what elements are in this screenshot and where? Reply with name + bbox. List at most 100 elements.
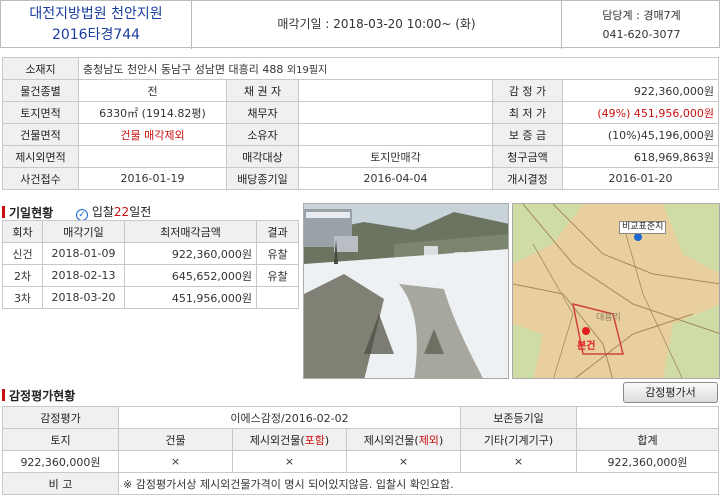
bid-countdown-days: 22 [113,205,130,219]
column-header: 기타(기계기구) [460,428,578,451]
info-value: 922,360,000원 [561,79,720,102]
history-header-row: 회차 매각기일 최저매각금액 결과 [2,220,299,243]
info-value [298,79,493,102]
info-value: 토지만매각 [298,145,493,168]
history-title-text: 기일현황 [9,206,54,220]
property-marker [582,327,590,335]
result-cell: 유찰 [256,264,299,287]
court-name: 대전지방법원 천안지원 [29,6,163,22]
standard-land-marker [634,233,642,241]
place-label: 대흥리 [596,313,621,323]
appraisal-values-row: 922,360,000원 × × × × 922,360,000원 [2,450,720,473]
case-header: 대전지방법원 천안지원 2016타경744 매각기일 : 2018-03-20 … [0,0,720,49]
info-row: 물건종별 전 채 권 자 감 정 가 922,360,000원 [2,79,720,102]
info-value: (10%)45,196,000원 [561,123,720,146]
appraisal-title: 감정평가현황 [2,387,75,404]
column-header: 제시외건물(제외) [345,428,462,451]
info-label: 채 권 자 [226,79,299,102]
info-row: 건물면적 건물 매각제외 소유자 보 증 금 (10%)45,196,000원 [2,123,720,146]
appraisal-info-row: 감정평가 이에스감정/2016-02-02 보존등기일 [2,406,720,429]
info-label: 감 정 가 [492,79,563,102]
property-photo[interactable] [303,203,509,379]
round: 신건 [2,242,43,265]
appraiser-value: 이에스감정/2016-02-02 [117,406,462,429]
info-value: 전 [78,79,227,102]
info-value [298,123,493,146]
info-row: 제시외면적 매각대상 토지만매각 청구금액 618,969,863원 [2,145,720,168]
table-row: 2차 2018-02-13 645,652,000원 유찰 [2,264,299,287]
bid-countdown-suffix: 일전 [129,205,152,219]
registration-value [576,406,720,429]
info-value: 2016-01-20 [561,167,720,190]
col-extra-ex-c: ) [438,433,444,447]
result-cell [256,286,299,309]
case-number: 2016타경744 [51,27,141,43]
column-header: 합계 [576,428,720,451]
property-map-label: 본건 [577,341,596,352]
extra-ex-value: × [345,450,462,473]
info-label: 보 증 금 [492,123,563,146]
info-label: 청구금액 [492,145,563,168]
min-price-cell: 645,652,000원 [124,264,257,287]
building-value: × [118,450,233,473]
info-label: 토지면적 [2,101,79,124]
info-value: 618,969,863원 [561,145,720,168]
table-row: 신건 2018-01-09 922,360,000원 유찰 [2,242,299,265]
appraisal-header-row: 토지 건물 제시외건물(포함) 제시외건물(제외) 기타(기계기구) 합계 [2,428,720,451]
court-info: 대전지방법원 천안지원 2016타경744 [1,1,192,49]
minimum-price: (49%) 451,956,000원 [561,101,720,124]
land-value: 922,360,000원 [2,450,119,473]
column-header: 결과 [256,220,299,243]
note-text: ※ 감정평가서상 제시외건물가격이 명시 되어있지않음. 입찰시 확인요함. [117,472,720,495]
col-extra-in-a: 제시외건물( [249,433,305,447]
column-header: 건물 [118,428,233,451]
section-marker [2,389,5,401]
info-label: 제시외면적 [2,145,79,168]
column-header: 제시외건물(포함) [232,428,347,451]
col-extra-ex-b: 제외 [418,433,439,447]
address-value: 충청남도 천안시 동남구 성남면 대흥리 488 외19필지 [77,57,720,80]
standard-land-label: 비교표준지 [619,221,667,234]
cadastral-map [513,204,719,378]
info-value: 6330㎡ (1914.82평) [78,101,227,124]
appraisal-note-row: 비 고 ※ 감정평가서상 제시외건물가격이 명시 되어있지않음. 입찰시 확인요… [2,472,720,495]
appraisal-label: 감정평가 [2,406,119,429]
round: 2차 [2,264,43,287]
appraisal-report-button[interactable]: 감정평가서 [623,382,718,403]
info-label: 소유자 [226,123,299,146]
info-label: 사건접수 [2,167,79,190]
etc-value: × [460,450,578,473]
info-label: 채무자 [226,101,299,124]
info-row: 사건접수 2016-01-19 배당종기일 2016-04-04 개시결정 20… [2,167,720,190]
round: 3차 [2,286,43,309]
result-cell: 유찰 [256,242,299,265]
info-label: 매각대상 [226,145,299,168]
property-info-table: 소재지 충청남도 천안시 동남구 성남면 대흥리 488 외19필지 물건종별 … [2,57,720,190]
address-row: 소재지 충청남도 천안시 동남구 성남면 대흥리 488 외19필지 [2,57,720,80]
column-header: 토지 [2,428,119,451]
snowy-land-photo [304,204,508,378]
info-row: 토지면적 6330㎡ (1914.82평) 채무자 최 저 가 (49%) 45… [2,101,720,124]
column-header: 최저매각금액 [124,220,257,243]
column-header: 매각기일 [42,220,125,243]
sale-date-cell: 2018-03-20 [42,286,125,309]
department-label: 담당계 : 경매7계 [602,9,681,22]
building-excluded: 건물 매각제외 [78,123,227,146]
department-phone: 041-620-3077 [602,28,681,41]
sale-date-cell: 2018-02-13 [42,264,125,287]
info-label: 물건종별 [2,79,79,102]
bid-countdown: ✓ 입찰22일전 [76,203,151,221]
sale-date-cell: 2018-01-09 [42,242,125,265]
total-value: 922,360,000원 [576,450,720,473]
address-text: 충청남도 천안시 동남구 성남면 대흥리 488 [83,62,284,76]
note-label: 비 고 [2,472,119,495]
location-map[interactable]: 비교표준지 본건 대흥리 [512,203,720,379]
info-label: 건물면적 [2,123,79,146]
column-header: 회차 [2,220,43,243]
info-value: 2016-04-04 [298,167,493,190]
info-label: 최 저 가 [492,101,563,124]
address-label: 소재지 [2,57,79,80]
sale-date: 매각기일 : 2018-03-20 10:00~ (화) [192,1,562,49]
col-extra-ex-a: 제시외건물( [363,433,419,447]
department-info: 담당계 : 경매7계 041-620-3077 [562,1,720,49]
